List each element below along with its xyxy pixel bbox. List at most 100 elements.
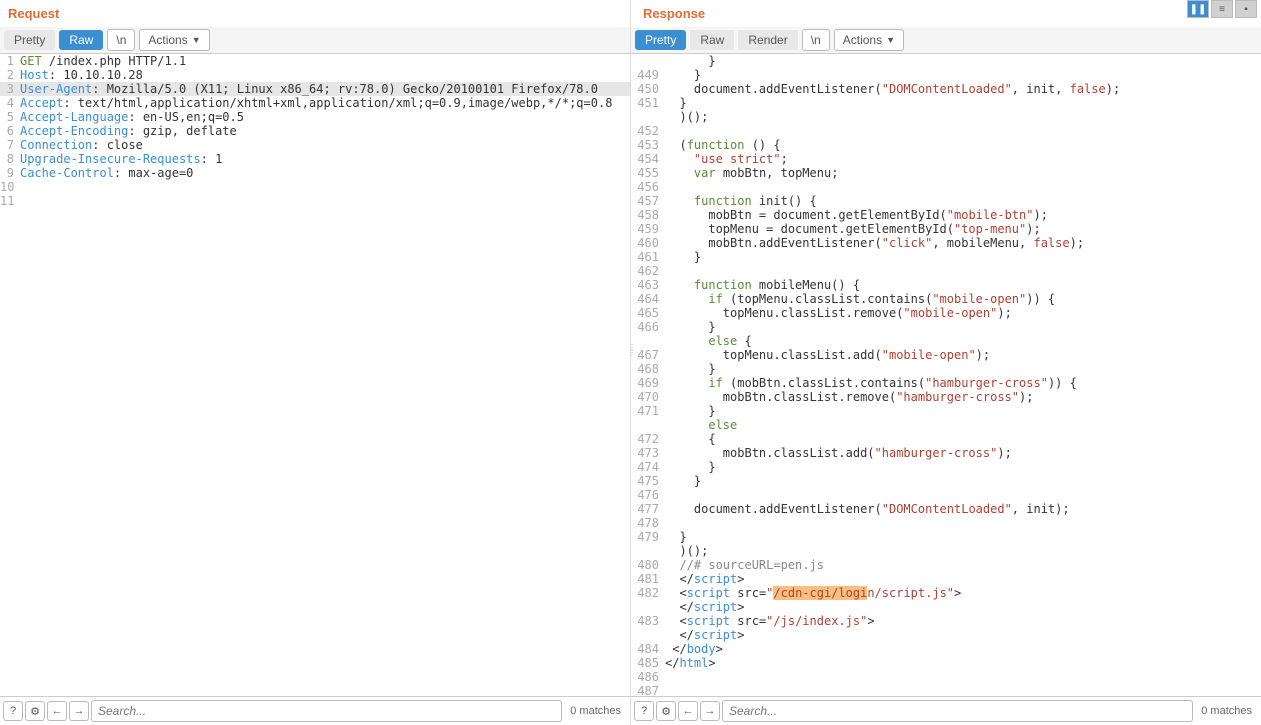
code-line[interactable]: 465 topMenu.classList.remove("mobile-ope… bbox=[631, 306, 1261, 320]
search-input[interactable] bbox=[722, 700, 1193, 722]
layout-button[interactable]: ≡ bbox=[1211, 0, 1233, 18]
code-line[interactable]: 451 } bbox=[631, 96, 1261, 110]
code-line[interactable]: 478 bbox=[631, 516, 1261, 530]
tab-raw[interactable]: Raw bbox=[690, 30, 734, 50]
code-line[interactable]: 454 "use strict"; bbox=[631, 152, 1261, 166]
code-line[interactable]: 471 } bbox=[631, 404, 1261, 418]
next-match-button[interactable]: → bbox=[69, 701, 89, 721]
code-line[interactable]: 461 } bbox=[631, 250, 1261, 264]
code-line[interactable]: 10 bbox=[0, 180, 630, 194]
line-number: 468 bbox=[631, 362, 663, 376]
code-line[interactable]: 479 } bbox=[631, 530, 1261, 544]
code-line[interactable]: 3User-Agent: Mozilla/5.0 (X11; Linux x86… bbox=[0, 82, 630, 96]
code-line[interactable]: 453 (function () { bbox=[631, 138, 1261, 152]
code-line[interactable]: 462 bbox=[631, 264, 1261, 278]
code-line[interactable]: 1GET /index.php HTTP/1.1 bbox=[0, 54, 630, 68]
code-line[interactable]: 4Accept: text/html,application/xhtml+xml… bbox=[0, 96, 630, 110]
code-line[interactable]: 452 bbox=[631, 124, 1261, 138]
code-line[interactable]: 473 mobBtn.classList.add("hamburger-cros… bbox=[631, 446, 1261, 460]
code-line[interactable]: else { bbox=[631, 334, 1261, 348]
code-line[interactable]: 482 <script src="/cdn-cgi/login/script.j… bbox=[631, 586, 1261, 600]
gear-icon[interactable]: ⚙ bbox=[656, 701, 676, 721]
code-line[interactable]: )(); bbox=[631, 544, 1261, 558]
drag-handle-icon[interactable]: ⋮⋮ bbox=[628, 345, 636, 355]
line-content: topMenu.classList.remove("mobile-open"); bbox=[663, 306, 1261, 320]
code-line[interactable]: 456 bbox=[631, 180, 1261, 194]
line-content: "use strict"; bbox=[663, 152, 1261, 166]
escape-toggle[interactable]: \n bbox=[107, 29, 135, 51]
code-line[interactable]: 450 document.addEventListener("DOMConten… bbox=[631, 82, 1261, 96]
tab-pretty[interactable]: Pretty bbox=[635, 30, 686, 50]
code-line[interactable]: 8Upgrade-Insecure-Requests: 1 bbox=[0, 152, 630, 166]
code-line[interactable]: 463 function mobileMenu() { bbox=[631, 278, 1261, 292]
response-code[interactable]: }449 }450 document.addEventListener("DOM… bbox=[631, 54, 1261, 725]
line-number: 471 bbox=[631, 404, 663, 418]
line-content: else bbox=[663, 418, 1261, 432]
escape-toggle[interactable]: \n bbox=[802, 29, 830, 51]
code-line[interactable]: 6Accept-Encoding: gzip, deflate bbox=[0, 124, 630, 138]
code-line[interactable]: 476 bbox=[631, 488, 1261, 502]
code-line[interactable]: 477 document.addEventListener("DOMConten… bbox=[631, 502, 1261, 516]
code-line[interactable]: 7Connection: close bbox=[0, 138, 630, 152]
actions-dropdown[interactable]: Actions ▼ bbox=[834, 29, 904, 51]
code-line[interactable]: 457 function init() { bbox=[631, 194, 1261, 208]
code-line[interactable]: 486 bbox=[631, 670, 1261, 684]
line-number: 463 bbox=[631, 278, 663, 292]
line-number: 4 bbox=[0, 96, 18, 110]
code-line[interactable]: 11 bbox=[0, 194, 630, 208]
request-code[interactable]: 1GET /index.php HTTP/1.12Host: 10.10.10.… bbox=[0, 54, 630, 725]
code-line[interactable]: 467 topMenu.classList.add("mobile-open")… bbox=[631, 348, 1261, 362]
line-content: } bbox=[663, 460, 1261, 474]
code-line[interactable]: </script> bbox=[631, 628, 1261, 642]
line-content: <script src="/js/index.js"> bbox=[663, 614, 1261, 628]
search-input[interactable] bbox=[91, 700, 562, 722]
code-line[interactable]: 472 { bbox=[631, 432, 1261, 446]
line-content: } bbox=[663, 474, 1261, 488]
code-line[interactable]: 468 } bbox=[631, 362, 1261, 376]
line-number: 459 bbox=[631, 222, 663, 236]
prev-match-button[interactable]: ← bbox=[47, 701, 67, 721]
code-line[interactable]: )(); bbox=[631, 110, 1261, 124]
code-line[interactable]: 483 <script src="/js/index.js"> bbox=[631, 614, 1261, 628]
code-line[interactable]: 2Host: 10.10.10.28 bbox=[0, 68, 630, 82]
code-line[interactable]: 485</html> bbox=[631, 656, 1261, 670]
code-line[interactable]: 5Accept-Language: en-US,en;q=0.5 bbox=[0, 110, 630, 124]
view-button[interactable]: ▪ bbox=[1235, 0, 1257, 18]
tab-raw[interactable]: Raw bbox=[59, 30, 103, 50]
code-line[interactable]: 475 } bbox=[631, 474, 1261, 488]
request-footer: ? ⚙ ← → 0 matches bbox=[0, 696, 630, 725]
line-number: 466 bbox=[631, 320, 663, 334]
code-line[interactable]: } bbox=[631, 54, 1261, 68]
line-content: if (mobBtn.classList.contains("hamburger… bbox=[663, 376, 1261, 390]
code-line[interactable]: 459 topMenu = document.getElementById("t… bbox=[631, 222, 1261, 236]
prev-match-button[interactable]: ← bbox=[678, 701, 698, 721]
code-line[interactable]: </script> bbox=[631, 600, 1261, 614]
code-line[interactable]: 449 } bbox=[631, 68, 1261, 82]
line-number: 453 bbox=[631, 138, 663, 152]
actions-dropdown[interactable]: Actions ▼ bbox=[139, 29, 209, 51]
line-content: Accept-Language: en-US,en;q=0.5 bbox=[18, 110, 630, 124]
code-line[interactable]: 458 mobBtn = document.getElementById("mo… bbox=[631, 208, 1261, 222]
next-match-button[interactable]: → bbox=[700, 701, 720, 721]
code-line[interactable]: 481 </script> bbox=[631, 572, 1261, 586]
tab-pretty[interactable]: Pretty bbox=[4, 30, 55, 50]
code-line[interactable]: 470 mobBtn.classList.remove("hamburger-c… bbox=[631, 390, 1261, 404]
help-icon[interactable]: ? bbox=[634, 701, 654, 721]
code-line[interactable]: 466 } bbox=[631, 320, 1261, 334]
code-line[interactable]: else bbox=[631, 418, 1261, 432]
pause-button[interactable]: ❚❚ bbox=[1187, 0, 1209, 18]
code-line[interactable]: 469 if (mobBtn.classList.contains("hambu… bbox=[631, 376, 1261, 390]
code-line[interactable]: 464 if (topMenu.classList.contains("mobi… bbox=[631, 292, 1261, 306]
line-number: 9 bbox=[0, 166, 18, 180]
code-line[interactable]: 474 } bbox=[631, 460, 1261, 474]
code-line[interactable]: 460 mobBtn.addEventListener("click", mob… bbox=[631, 236, 1261, 250]
code-line[interactable]: 484 </body> bbox=[631, 642, 1261, 656]
help-icon[interactable]: ? bbox=[3, 701, 23, 721]
gear-icon[interactable]: ⚙ bbox=[25, 701, 45, 721]
code-line[interactable]: 455 var mobBtn, topMenu; bbox=[631, 166, 1261, 180]
tab-render[interactable]: Render bbox=[738, 30, 797, 50]
line-content: </script> bbox=[663, 600, 1261, 614]
code-line[interactable]: 9Cache-Control: max-age=0 bbox=[0, 166, 630, 180]
code-line[interactable]: 480 //# sourceURL=pen.js bbox=[631, 558, 1261, 572]
line-content: } bbox=[663, 68, 1261, 82]
